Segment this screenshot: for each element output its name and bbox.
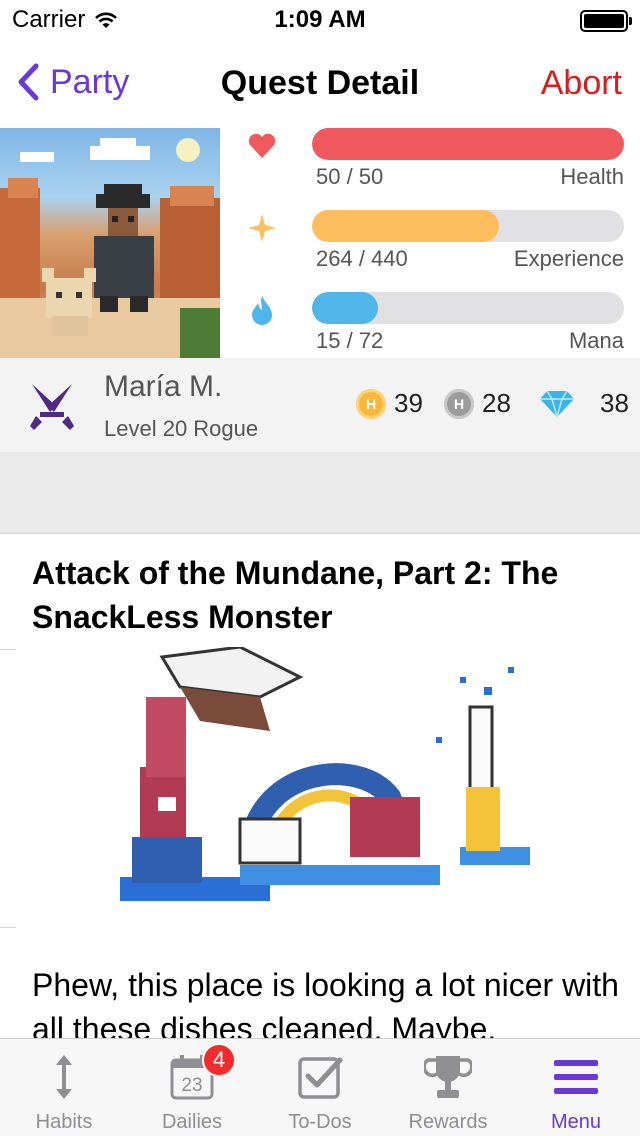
gem-currency: 38 (538, 388, 629, 419)
silver-amount: 28 (482, 388, 511, 418)
health-bar (312, 128, 624, 160)
tab-dailies[interactable]: 23 4 Dailies (128, 1039, 256, 1136)
stats-header: 50 / 50 Health 264 / 440 Experience 15 /… (0, 128, 640, 358)
tab-menu[interactable]: Menu (512, 1039, 640, 1136)
health-stat: 50 / 50 Health (246, 128, 626, 200)
tab-label: Dailies (161, 1111, 223, 1133)
nav-bar: Party Quest Detail Abort (0, 40, 640, 128)
tab-habits[interactable]: Habits (0, 1039, 128, 1136)
gem-icon (540, 390, 574, 418)
separator (0, 927, 16, 928)
menu-icon (550, 1053, 602, 1101)
calendar-day: 23 (181, 1075, 202, 1096)
tab-label: To-Dos (288, 1111, 352, 1133)
quest-title: Attack of the Mundane, Part 2: The Snack… (32, 555, 559, 635)
experience-bar-fill (312, 210, 500, 242)
tab-label: Menu (550, 1111, 602, 1133)
silver-currency: H 28 (444, 388, 511, 419)
mana-stat: 15 / 72 Mana (246, 292, 626, 364)
tab-rewards[interactable]: Rewards (384, 1039, 512, 1136)
status-bar: Carrier 1:09 AM (0, 0, 640, 40)
mana-value: 15 / 72 (316, 328, 384, 353)
separator (0, 649, 16, 650)
tab-todos[interactable]: To-Dos (256, 1039, 384, 1136)
quest-boss-image (120, 647, 530, 901)
status-time: 1:09 AM (274, 6, 366, 33)
rogue-class-icon (30, 384, 74, 430)
abort-button[interactable]: Abort (541, 64, 622, 103)
dailies-badge: 4 (202, 1043, 236, 1077)
mana-label: Mana (568, 328, 624, 353)
mana-bar-fill (312, 292, 378, 324)
gold-coin-icon: H (356, 388, 386, 419)
calendar-icon: 23 4 (166, 1043, 236, 1101)
quest-description: Phew, this place is looking a lot nicer … (32, 967, 619, 1038)
health-label: Health (560, 164, 624, 189)
health-value: 50 / 50 (316, 164, 384, 189)
experience-value: 264 / 440 (316, 246, 408, 271)
silver-coin-icon: H (444, 388, 474, 419)
flame-icon (246, 294, 278, 326)
heart-icon (246, 130, 278, 162)
health-bar-fill (312, 128, 624, 160)
gem-amount: 38 (600, 388, 629, 418)
mana-bar (312, 292, 624, 324)
tab-bar: Habits 23 4 Dailies To-Dos Rewards Menu (0, 1038, 640, 1136)
tab-label: Habits (35, 1111, 93, 1133)
star-icon (246, 212, 278, 244)
profile-level: Level 20 Rogue (104, 416, 259, 441)
tab-label: Rewards (408, 1111, 488, 1133)
experience-bar (312, 210, 624, 242)
gold-amount: 39 (394, 388, 423, 418)
checkbox-icon (294, 1053, 346, 1101)
battery-icon (580, 10, 632, 32)
profile-name: María M. (104, 370, 223, 403)
trophy-icon (422, 1053, 474, 1101)
experience-label: Experience (513, 246, 624, 271)
section-spacer (0, 452, 640, 534)
quest-content[interactable]: Attack of the Mundane, Part 2: The Snack… (0, 535, 640, 1038)
profile-row: María M. Level 20 Rogue H 39 H 28 38 (0, 358, 640, 452)
gold-currency: H 39 (356, 388, 423, 419)
habits-icon (38, 1053, 90, 1101)
avatar[interactable] (0, 128, 220, 358)
experience-stat: 264 / 440 Experience (246, 210, 626, 282)
